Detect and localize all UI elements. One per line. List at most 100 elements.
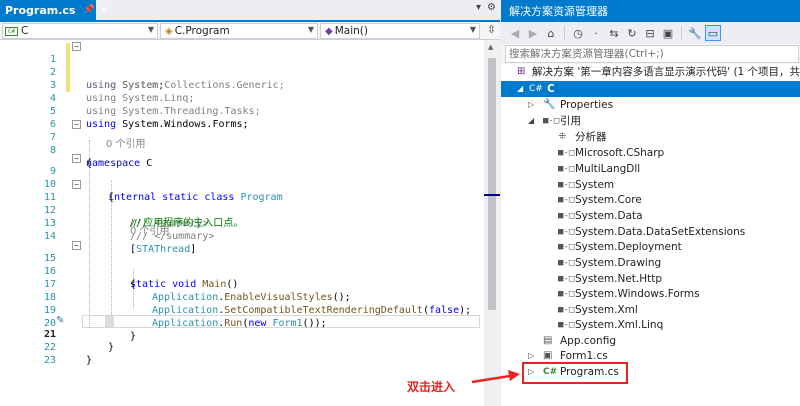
pin-icon[interactable]: 📌	[83, 5, 94, 15]
tree-item-label: System.Windows.Forms	[575, 288, 700, 300]
document-tab-strip: Program.cs 📌 ✕ ▾ ⚙	[0, 0, 500, 22]
preview-icon[interactable]: ▭	[705, 25, 721, 41]
tree-item-reference[interactable]: ■-□ System.Xml	[501, 302, 800, 318]
navigation-bar: C# C ▼ ◈ C.Program ▼ ◆ Main() ▼ ⇳	[0, 22, 500, 40]
vertical-scrollbar[interactable]: ▲	[484, 40, 500, 406]
member-combo-value: Main()	[334, 25, 368, 37]
member-combo[interactable]: ◆ Main() ▼	[320, 23, 480, 39]
tree-item-label: System.Xml	[575, 304, 638, 316]
split-editor-icon[interactable]: ⇳	[487, 23, 496, 36]
tree-item-label: System.Data	[575, 210, 643, 222]
back-icon[interactable]: ◀	[507, 25, 523, 41]
assembly-icon: ■-□	[558, 242, 575, 252]
code-line: 10 {	[0, 165, 484, 203]
solution-icon: ⊞	[517, 66, 526, 77]
tree-item-reference[interactable]: ■-□ System.Drawing	[501, 255, 800, 271]
code-line: 3 using System.Linq;	[0, 66, 484, 104]
tree-item-reference[interactable]: ■-□ System	[501, 177, 800, 193]
code-line: 2 using System.Collections.Generic;	[0, 53, 484, 91]
settings-icon[interactable]: ⚙	[487, 2, 496, 13]
tree-item-analyzer[interactable]: ⁜ 分析器	[501, 129, 800, 145]
tab-dropdown-icon[interactable]: ▾	[476, 2, 481, 13]
sync-icon[interactable]: ⇆	[606, 25, 622, 41]
code-text-area[interactable]: ✎ 1 − using System; 2 using System.Colle…	[0, 40, 484, 406]
collapse-icon[interactable]: −	[72, 42, 81, 51]
assembly-icon: ■-□	[558, 180, 575, 190]
assembly-icon: ■-□	[558, 195, 575, 205]
tree-item-label: System.Net.Http	[575, 273, 663, 285]
annotation-arrow-icon	[471, 370, 520, 384]
forward-icon[interactable]: ▶	[525, 25, 541, 41]
pending-changes-icon[interactable]: ·	[588, 25, 604, 41]
codelens-references[interactable]: 0 个引用	[106, 138, 146, 151]
tree-item-label: App.config	[560, 335, 616, 347]
code-line: 23	[0, 341, 484, 366]
refresh-icon[interactable]: ↻	[624, 25, 640, 41]
close-icon[interactable]: ✕	[100, 4, 109, 17]
collapse-icon[interactable]: −	[72, 154, 81, 163]
tree-item-label: System	[575, 179, 615, 191]
history-icon[interactable]: ◷	[570, 25, 586, 41]
project-combo-value: C	[21, 25, 29, 37]
type-combo-value: C.Program	[174, 25, 230, 37]
tree-item-reference[interactable]: ■-□ MultiLangDll	[501, 161, 800, 177]
references-icon: ■-□	[543, 116, 560, 126]
code-line: 11 − /// <summary>	[0, 178, 484, 229]
code-line: 1 − using System;	[0, 40, 484, 91]
tree-item-reference[interactable]: ■-□ System.Deployment	[501, 239, 800, 255]
annotation-label: 双击进入	[407, 380, 456, 394]
codelens-references[interactable]: 0 个引用	[130, 225, 170, 238]
csharp-project-icon: C#	[529, 84, 543, 94]
highlight-box	[522, 362, 628, 384]
config-file-icon: ▤	[543, 335, 553, 346]
project-combo[interactable]: C# C ▼	[2, 23, 158, 39]
tree-item-references[interactable]: ◢ ■-□ 引用	[501, 113, 800, 129]
tree-item-reference[interactable]: ■-□ System.Net.Http	[501, 271, 800, 287]
type-combo[interactable]: ◈ C.Program ▼	[160, 23, 318, 39]
code-line: 19 Application.Run(new Form1());	[0, 291, 484, 329]
solution-explorer: 解决方案资源管理器 ◀ ▶ ⌂ ◷ · ⇆ ↻ ⊟ ▣ 🔧 ▭ 搜索解决方案资源…	[501, 0, 800, 406]
tree-item-reference[interactable]: ■-□ System.Xml.Linq	[501, 317, 800, 333]
scroll-up-icon[interactable]: ▲	[488, 43, 493, 51]
solution-explorer-toolbar: ◀ ▶ ⌂ ◷ · ⇆ ↻ ⊟ ▣ 🔧 ▭	[501, 22, 800, 44]
home-icon[interactable]: ⌂	[543, 25, 559, 41]
code-line: 16 {	[0, 252, 484, 290]
tree-item-app-config[interactable]: ▤ App.config	[501, 333, 800, 349]
chevron-down-icon: ▼	[469, 25, 476, 34]
analyzer-icon: ⁜	[558, 131, 567, 142]
chevron-down-icon: ◢	[517, 84, 524, 93]
collapse-icon[interactable]: −	[72, 120, 81, 129]
show-all-files-icon[interactable]: ▣	[660, 25, 676, 41]
code-line: 8 {	[0, 131, 484, 169]
collapse-icon[interactable]: −	[72, 180, 81, 189]
tree-item-solution[interactable]: ⊞ 解决方案 '第一章内容多语言显示演示代码' (1 个项目，共 1 个)	[501, 64, 800, 80]
tree-item-label: Microsoft.CSharp	[575, 147, 665, 159]
tree-item-reference[interactable]: ■-□ System.Data.DataSetExtensions	[501, 224, 800, 240]
code-line: 4 using System.Threading.Tasks;	[0, 79, 484, 117]
tree-item-label: System.Deployment	[575, 241, 682, 253]
code-line: 21 }	[0, 315, 484, 353]
method-icon: ◆	[325, 25, 333, 37]
collapse-all-icon[interactable]: ⊟	[642, 25, 658, 41]
chevron-right-icon: ▷	[528, 100, 535, 109]
tree-item-label: 引用	[560, 115, 581, 127]
collapse-icon[interactable]: −	[72, 241, 81, 250]
assembly-icon: ■-□	[558, 148, 575, 158]
tree-item-label: System.Core	[575, 194, 642, 206]
scrollbar-thumb[interactable]	[488, 58, 496, 310]
assembly-icon: ■-□	[558, 289, 575, 299]
solution-search-input[interactable]: 搜索解决方案资源管理器(Ctrl+;)	[505, 45, 799, 63]
tree-item-reference[interactable]: ■-□ System.Core	[501, 192, 800, 208]
tree-item-reference[interactable]: ■-□ Microsoft.CSharp	[501, 145, 800, 161]
code-line: 9 − internal static class Program	[0, 152, 484, 203]
tree-item-reference[interactable]: ■-□ System.Windows.Forms	[501, 286, 800, 302]
solution-explorer-title-bar: 解决方案资源管理器	[501, 0, 800, 22]
tab-program-cs[interactable]: Program.cs 📌 ✕	[0, 0, 109, 20]
tree-item-reference[interactable]: ■-□ System.Data	[501, 208, 800, 224]
code-line: 7 − namespace C	[0, 118, 484, 169]
tree-item-label: C	[547, 83, 555, 95]
tree-item-project[interactable]: ◢ C# C	[501, 81, 800, 97]
assembly-icon: ■-□	[558, 274, 575, 284]
tree-item-properties[interactable]: ▷ 🔧 Properties	[501, 97, 800, 113]
properties-wrench-icon[interactable]: 🔧	[687, 25, 703, 41]
